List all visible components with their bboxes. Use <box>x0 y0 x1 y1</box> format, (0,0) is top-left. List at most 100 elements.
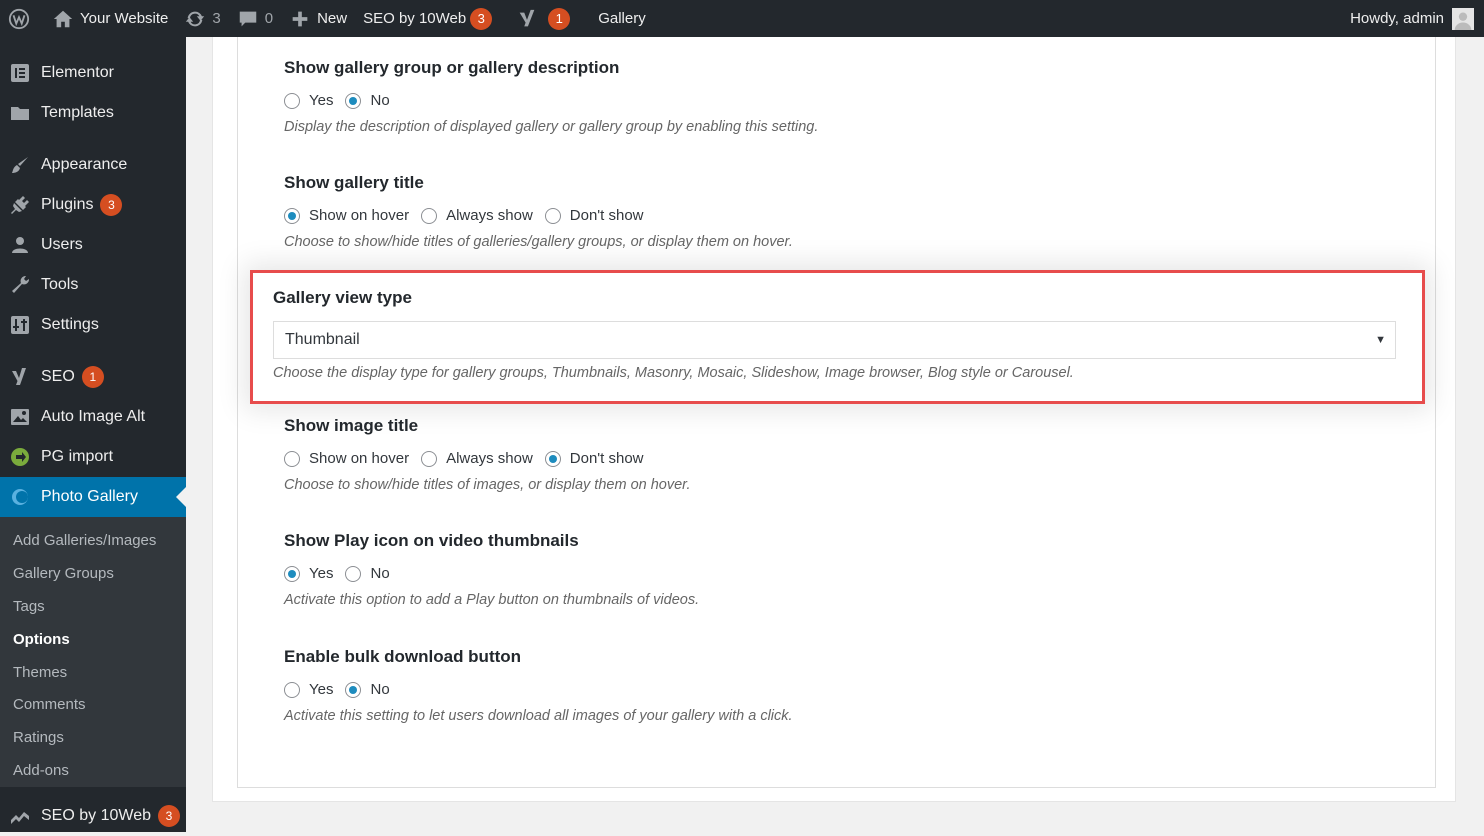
sidebar-item-templates[interactable]: Templates <box>0 93 186 133</box>
sidebar-item-settings[interactable]: Settings <box>0 305 186 345</box>
seo-10web-label: SEO by 10Web <box>363 10 467 27</box>
gallery-view-type-select[interactable]: Thumbnail ▼ <box>273 321 1396 359</box>
radio-button[interactable] <box>284 207 300 224</box>
brush-icon <box>9 154 31 176</box>
gallery-icon <box>9 486 31 508</box>
user-icon <box>9 234 31 256</box>
radio-no[interactable]: No <box>345 681 390 698</box>
radio-dont-show[interactable]: Don't show <box>544 207 644 224</box>
option-gallery-view-type: Gallery view type <box>273 288 412 308</box>
sidebar-item-plugins[interactable]: Plugins 3 <box>0 185 186 225</box>
radio-label: Always show <box>446 450 533 467</box>
option-description: Choose to show/hide titles of galleries/… <box>284 234 793 250</box>
folder-icon <box>9 102 31 124</box>
radio-yes[interactable]: Yes <box>284 92 333 109</box>
sidebar-item-label: PG import <box>41 448 114 465</box>
sidebar-item-label: Templates <box>41 104 114 121</box>
radio-button[interactable] <box>284 565 300 582</box>
current-menu-arrow <box>176 487 186 507</box>
refresh-icon <box>184 8 206 30</box>
radio-show-on-hover[interactable]: Show on hover <box>284 450 409 467</box>
radio-yes[interactable]: Yes <box>284 565 333 582</box>
elementor-icon <box>9 62 31 84</box>
home-icon <box>52 8 74 30</box>
yoast-link[interactable]: 1 <box>508 0 578 37</box>
sidebar-item-appearance[interactable]: Appearance <box>0 145 186 185</box>
radio-yes[interactable]: Yes <box>284 681 333 698</box>
option-description: Display the description of displayed gal… <box>284 119 819 135</box>
radio-label: Don't show <box>569 450 644 467</box>
sidebar-item-users[interactable]: Users <box>0 225 186 265</box>
sidebar-item-label: SEO by 10Web <box>41 807 151 824</box>
option-gallery-title: Show gallery title Show on hover Always … <box>284 173 793 250</box>
radio-always-show[interactable]: Always show <box>421 207 533 224</box>
seo-10web-link[interactable]: SEO by 10Web 3 <box>355 0 500 37</box>
sidebar-item-label: Elementor <box>41 64 114 81</box>
gallery-link[interactable]: Gallery <box>590 0 654 37</box>
radio-dont-show[interactable]: Don't show <box>544 450 644 467</box>
option-description: Choose the display type for gallery grou… <box>273 365 1074 381</box>
radio-label: Yes <box>309 92 334 109</box>
admin-bar: Your Website 3 0 New SEO by 10Web 3 1 Ga… <box>0 0 1484 37</box>
submenu-add-ons[interactable]: Add-ons <box>13 762 69 779</box>
option-title: Show gallery title <box>284 173 424 192</box>
sidebar-item-label: Users <box>41 236 83 253</box>
option-description: Activate this option to add a Play butto… <box>284 592 700 608</box>
radio-no[interactable]: No <box>345 565 390 582</box>
radio-button[interactable] <box>421 450 438 467</box>
submenu-add-galleries[interactable]: Add Galleries/Images <box>13 532 156 549</box>
photo-gallery-submenu: Add Galleries/Images Gallery Groups Tags… <box>0 517 186 787</box>
new-content-link[interactable]: New <box>281 0 355 37</box>
radio-group: Show on hover Always show Don't show <box>284 450 690 467</box>
option-description: Activate this setting to let users downl… <box>284 708 793 724</box>
radio-button[interactable] <box>284 450 300 467</box>
radio-button[interactable] <box>345 681 362 698</box>
site-name-link[interactable]: Your Website <box>44 0 176 37</box>
sidebar-item-photo-gallery[interactable]: Photo Gallery <box>0 477 186 517</box>
radio-button[interactable] <box>421 207 438 224</box>
sidebar-item-auto-image-alt[interactable]: Auto Image Alt <box>0 397 186 437</box>
wordpress-icon <box>8 8 30 30</box>
comments-link[interactable]: 0 <box>229 0 281 37</box>
option-title: Show gallery group or gallery descriptio… <box>284 58 620 77</box>
radio-label: Show on hover <box>309 450 410 467</box>
comments-count: 0 <box>264 10 274 27</box>
sidebar-item-pg-import[interactable]: PG import <box>0 437 186 477</box>
yoast-badge: 1 <box>548 7 571 30</box>
radio-always-show[interactable]: Always show <box>421 450 533 467</box>
submenu-gallery-groups[interactable]: Gallery Groups <box>13 565 114 582</box>
submenu-themes[interactable]: Themes <box>13 664 67 681</box>
radio-group: Yes No <box>284 565 699 582</box>
submenu-comments[interactable]: Comments <box>13 696 86 713</box>
submenu-tags[interactable]: Tags <box>13 598 45 615</box>
radio-button[interactable] <box>284 92 300 109</box>
submenu-ratings[interactable]: Ratings <box>13 729 64 746</box>
howdy-text: Howdy, admin <box>1350 10 1444 27</box>
option-bulk-download: Enable bulk download button Yes No Activ… <box>284 647 793 724</box>
sidebar-item-tools[interactable]: Tools <box>0 265 186 305</box>
wrench-icon <box>9 274 31 296</box>
option-title: Show Play icon on video thumbnails <box>284 531 579 550</box>
my-account-link[interactable]: Howdy, admin <box>1342 0 1484 37</box>
radio-button[interactable] <box>345 565 362 582</box>
wp-logo-button[interactable] <box>0 0 44 37</box>
settings-icon <box>9 314 31 336</box>
sidebar-item-seo-10web[interactable]: SEO by 10Web 3 <box>0 796 186 836</box>
radio-button[interactable] <box>544 207 561 224</box>
radio-show-on-hover[interactable]: Show on hover <box>284 207 409 224</box>
radio-button[interactable] <box>345 92 362 109</box>
updates-link[interactable]: 3 <box>176 0 228 37</box>
radio-button[interactable] <box>284 681 300 698</box>
radio-no[interactable]: No <box>345 92 390 109</box>
radio-group: Show on hover Always show Don't show <box>284 207 793 224</box>
sidebar-item-elementor[interactable]: Elementor <box>0 53 186 93</box>
admin-sidebar: Elementor Templates Appearance Plugins 3… <box>0 37 186 832</box>
submenu-options[interactable]: Options <box>13 631 70 648</box>
gallery-label: Gallery <box>598 10 646 27</box>
radio-label: Yes <box>309 681 334 698</box>
sidebar-item-seo[interactable]: SEO 1 <box>0 357 186 397</box>
option-title: Gallery view type <box>273 288 412 307</box>
radio-button[interactable] <box>544 450 561 467</box>
site-name: Your Website <box>80 10 169 27</box>
seo-badge: 1 <box>81 366 104 388</box>
